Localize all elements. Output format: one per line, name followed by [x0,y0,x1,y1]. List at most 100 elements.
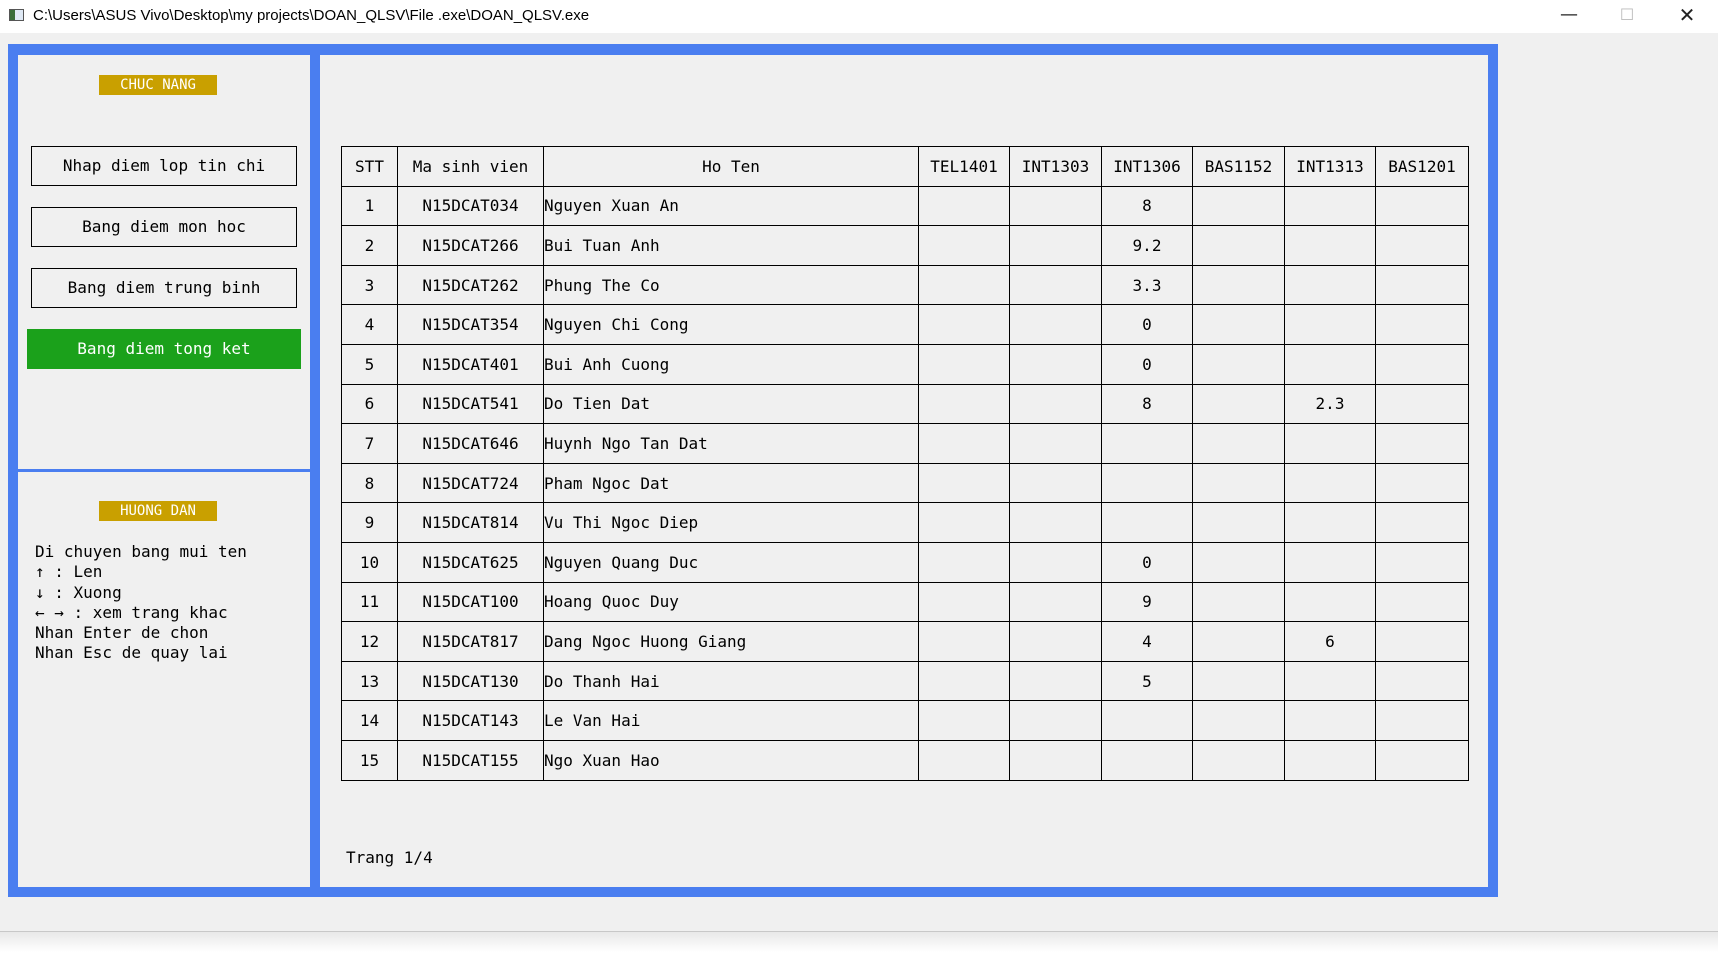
maximize-icon[interactable]: ☐ [1598,0,1656,32]
table-cell [1009,700,1102,741]
table-cell: 7 [341,423,398,464]
table-row[interactable]: 11 N15DCAT100 Hoang Quoc Duy 9 [341,581,1469,623]
table-row[interactable]: 9 N15DCAT814 Vu Thi Ngoc Diep [341,502,1469,543]
guide-line: Nhan Esc de quay lai [35,643,228,663]
table-cell: Do Tien Dat [543,383,919,425]
table-cell [918,700,1010,741]
table-cell [1192,383,1285,425]
table-cell: N15DCAT625 [397,541,544,583]
table-cell [1009,462,1102,504]
table-cell: Dang Ngoc Huong Giang [543,621,919,662]
table-cell [1009,383,1102,425]
table-cell [1101,700,1193,741]
table-cell [918,343,1010,385]
table-cell [1009,581,1102,623]
table-cell [1375,700,1469,741]
table-cell [1375,423,1469,464]
table-cell: 13 [341,660,398,702]
table-row[interactable]: 14 N15DCAT143 Le Van Hai [341,700,1469,741]
table-body: 1 N15DCAT034 Nguyen Xuan An 8 2 N15DCAT266 Bui… [341,185,1469,781]
table-cell [918,621,1010,662]
table-row[interactable]: 1 N15DCAT034 Nguyen Xuan An 8 [341,185,1469,227]
table-cell: N15DCAT262 [397,264,544,306]
table-row[interactable]: 8 N15DCAT724 Pham Ngoc Dat [341,462,1469,504]
table-cell [918,581,1010,623]
table-row[interactable]: 3 N15DCAT262 Phung The Co 3.3 [341,264,1469,306]
table-cell [1284,541,1376,583]
table-cell: N15DCAT034 [397,185,544,227]
table-cell [918,423,1010,464]
table-row[interactable]: 10 N15DCAT625 Nguyen Quang Duc 0 [341,541,1469,583]
table-cell: N15DCAT814 [397,502,544,543]
minimize-icon[interactable]: — [1540,0,1598,32]
table-cell [1009,621,1102,662]
menu-item-bang-diem-mon-hoc[interactable]: Bang diem mon hoc [31,207,297,247]
table-cell: Le Van Hai [543,700,919,741]
table-cell: 6 [341,383,398,425]
table-cell [1009,541,1102,583]
table-cell: N15DCAT266 [397,225,544,266]
table-cell [918,185,1010,227]
table-cell [918,304,1010,345]
table-cell [1192,304,1285,345]
table-cell: 11 [341,581,398,623]
table-cell [918,264,1010,306]
close-icon[interactable]: ✕ [1658,0,1716,32]
table-cell [1192,660,1285,702]
window-shadow [0,932,1718,952]
menu-item-bang-diem-tong-ket[interactable]: Bang diem tong ket [27,329,301,369]
table-cell [1101,739,1193,781]
table-cell [1009,225,1102,266]
table-cell: Nguyen Xuan An [543,185,919,227]
table-cell [1192,581,1285,623]
table-cell: N15DCAT143 [397,700,544,741]
grades-table: STT Ma sinh vien Ho Ten TEL1401 INT1303 … [341,146,1469,781]
table-cell [1009,739,1102,781]
table-cell [918,462,1010,504]
table-cell [1284,739,1376,781]
table-cell [1375,383,1469,425]
column-header: INT1306 [1101,146,1193,187]
table-cell: N15DCAT354 [397,304,544,345]
table-row[interactable]: 4 N15DCAT354 Nguyen Chi Cong 0 [341,304,1469,345]
table-cell: 0 [1101,343,1193,385]
table-cell: 2 [341,225,398,266]
table-row[interactable]: 6 N15DCAT541 Do Tien Dat 8 2.3 [341,383,1469,425]
guide-text: Di chuyen bang mui ten ↑ : Len ↓ : Xuong ← … [35,542,247,664]
table-row[interactable]: 5 N15DCAT401 Bui Anh Cuong 0 [341,343,1469,385]
table-cell: N15DCAT130 [397,660,544,702]
table-cell: Nguyen Quang Duc [543,541,919,583]
table-cell [1284,423,1376,464]
table-cell [1375,660,1469,702]
table-cell: N15DCAT401 [397,343,544,385]
table-cell [1009,343,1102,385]
table-cell [1192,185,1285,227]
table-row[interactable]: 13 N15DCAT130 Do Thanh Hai 5 [341,660,1469,702]
table-cell [1284,462,1376,504]
table-cell: 3.3 [1101,264,1193,306]
table-cell [1009,502,1102,543]
functions-title: CHUC NANG [99,75,217,95]
table-cell [1192,462,1285,504]
menu-item-nhap-diem-lop-tin-chi[interactable]: Nhap diem lop tin chi [31,146,297,186]
table-row[interactable]: 7 N15DCAT646 Huynh Ngo Tan Dat [341,423,1469,464]
table-cell: 8 [1101,383,1193,425]
table-row[interactable]: 12 N15DCAT817 Dang Ngoc Huong Giang 4 6 [341,621,1469,662]
table-cell: 15 [341,739,398,781]
table-row[interactable]: 15 N15DCAT155 Ngo Xuan Hao [341,739,1469,781]
table-row[interactable]: 2 N15DCAT266 Bui Tuan Anh 9.2 [341,225,1469,266]
table-cell [1192,343,1285,385]
guide-line: ↓ : Xuong [35,582,122,602]
table-cell: Vu Thi Ngoc Diep [543,502,919,543]
table-cell: Do Thanh Hai [543,660,919,702]
table-cell: Nguyen Chi Cong [543,304,919,345]
table-cell: 4 [341,304,398,345]
table-cell [918,225,1010,266]
sidebar-divider [18,469,310,472]
table-cell: 1 [341,185,398,227]
table-cell [918,739,1010,781]
table-cell [1192,700,1285,741]
table-cell: N15DCAT646 [397,423,544,464]
table-cell: N15DCAT541 [397,383,544,425]
menu-item-bang-diem-trung-binh[interactable]: Bang diem trung binh [31,268,297,308]
